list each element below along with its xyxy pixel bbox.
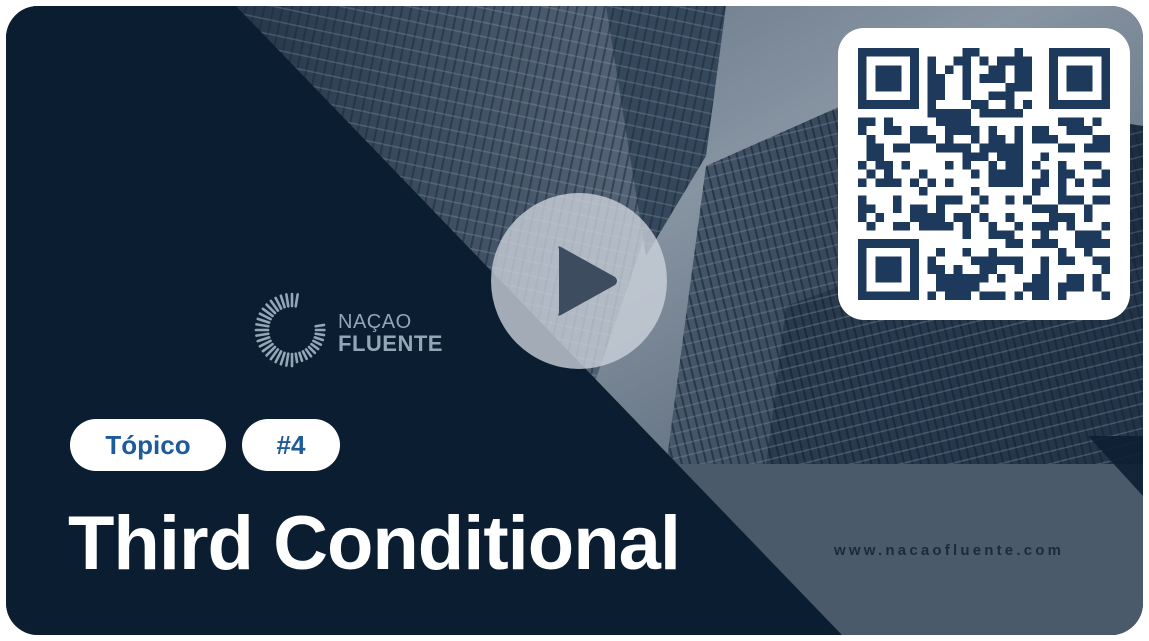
topic-number-tag: #4: [242, 419, 340, 471]
qr-code: [858, 48, 1110, 300]
play-icon: [558, 246, 617, 316]
logo-line1: NAÇAO: [338, 311, 412, 333]
play-button[interactable]: [491, 193, 667, 369]
logo-ring-icon: [254, 292, 326, 368]
logo-line2: FLUENTE: [338, 331, 443, 356]
qr-code-card[interactable]: [838, 28, 1130, 320]
website-url: www.nacaofluente.com: [834, 542, 1065, 559]
video-thumbnail-card[interactable]: NAÇAO FLUENTE Tópico #4 Third Conditiona…: [6, 6, 1143, 635]
topic-tag: Tópico: [70, 419, 226, 471]
nacao-fluente-logo: NAÇAO FLUENTE: [252, 282, 452, 382]
video-title: Third Conditional: [68, 501, 681, 586]
